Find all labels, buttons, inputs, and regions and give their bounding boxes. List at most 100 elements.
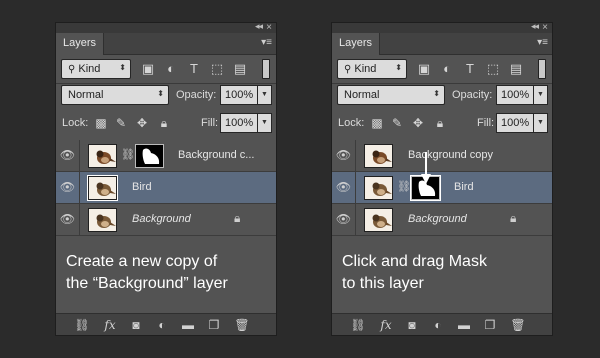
trash-icon[interactable]: 🗑︎	[510, 317, 526, 333]
adjustment-filter-icon[interactable]: ◐	[439, 61, 455, 77]
opacity-dropdown-icon[interactable]: ▼	[534, 85, 548, 105]
collapse-icon[interactable]: ◂◂	[531, 21, 539, 32]
bird-image	[365, 145, 392, 167]
lock-all-icon[interactable]: 🔒︎	[433, 115, 447, 131]
lock-position-icon[interactable]: ✥	[411, 115, 425, 131]
filter-toggle[interactable]	[538, 59, 546, 79]
image-filter-icon[interactable]: ▣	[140, 61, 156, 77]
layer-row-selected[interactable]: 👁︎ ⛓︎ Bird	[332, 172, 552, 204]
fill-dropdown-icon[interactable]: ▼	[258, 113, 272, 133]
caption: Click and drag Mask to this layer	[342, 251, 544, 295]
layer-row[interactable]: 👁︎ ⛓︎ Background c...	[56, 140, 276, 172]
visibility-eye-icon[interactable]: 👁︎	[56, 140, 80, 171]
panel-top-strip: ◂◂ ×	[332, 21, 552, 33]
lock-transparent-icon[interactable]: ▩	[94, 115, 108, 131]
drag-down-arrow-icon	[421, 152, 431, 184]
image-filter-icon[interactable]: ▣	[416, 61, 432, 77]
adjustment-layer-icon[interactable]: ◐	[430, 317, 446, 333]
add-mask-icon[interactable]: ◙	[128, 317, 144, 333]
fill-field[interactable]: 100%	[496, 113, 534, 133]
lock-all-icon[interactable]: 🔒︎	[157, 115, 171, 131]
fx-icon[interactable]: fx	[102, 317, 118, 333]
shape-filter-icon[interactable]: ⬚	[485, 61, 501, 77]
adjustment-layer-icon[interactable]: ◐	[154, 317, 170, 333]
filter-row: ⚲ Kind ⬍ ▣ ◐ T ⬚ ▤	[332, 59, 552, 81]
layer-mask-thumbnail[interactable]	[135, 144, 164, 168]
link-layers-icon[interactable]: ⛓︎	[74, 317, 90, 333]
layer-thumbnail[interactable]	[364, 208, 393, 232]
visibility-eye-icon[interactable]: 👁︎	[332, 172, 356, 203]
bird-image	[365, 177, 392, 199]
layer-name[interactable]: Bird	[454, 181, 474, 193]
link-layers-icon[interactable]: ⛓︎	[350, 317, 366, 333]
layer-name[interactable]: Background	[132, 213, 191, 225]
lock-row: Lock: ▩ ✎ ✥ 🔒︎ Fill: 100% ▼	[332, 113, 552, 135]
close-icon[interactable]: ×	[542, 22, 548, 33]
layer-name[interactable]: Background	[408, 213, 467, 225]
opacity-field[interactable]: 100%	[220, 85, 258, 105]
lock-image-icon[interactable]: ✎	[390, 115, 404, 131]
mask-link-icon[interactable]: ⛓︎	[121, 148, 135, 161]
blend-mode-select[interactable]: Normal ⬍	[61, 85, 169, 105]
smart-object-filter-icon[interactable]: ▤	[508, 61, 524, 77]
collapse-icon[interactable]: ◂◂	[255, 21, 263, 32]
kind-filter-select[interactable]: ⚲ Kind ⬍	[337, 59, 407, 79]
layer-name[interactable]: Bird	[132, 181, 152, 193]
layer-row[interactable]: 👁︎ Background 🔒︎	[332, 204, 552, 236]
panel-top-strip: ◂◂ ×	[56, 21, 276, 33]
add-mask-icon[interactable]: ◙	[404, 317, 420, 333]
panel-menu-icon[interactable]: ▾≡	[261, 37, 272, 48]
layer-thumbnail[interactable]	[364, 176, 393, 200]
shape-filter-icon[interactable]: ⬚	[209, 61, 225, 77]
kind-filter-select[interactable]: ⚲ Kind ⬍	[61, 59, 131, 79]
tab-bar: Layers ▾≡	[56, 33, 276, 55]
group-folder-icon[interactable]: ▬	[456, 317, 472, 333]
caption-line: to this layer	[342, 275, 424, 292]
lock-transparent-icon[interactable]: ▩	[370, 115, 384, 131]
lock-image-icon[interactable]: ✎	[114, 115, 128, 131]
filter-toggle[interactable]	[262, 59, 270, 79]
fx-icon[interactable]: fx	[378, 317, 394, 333]
select-arrows-icon: ⬍	[395, 63, 402, 72]
group-folder-icon[interactable]: ▬	[180, 317, 196, 333]
layer-thumbnail[interactable]	[88, 144, 117, 168]
layer-name[interactable]: Background c...	[178, 149, 254, 161]
layer-row[interactable]: 👁︎ Background 🔒︎	[56, 204, 276, 236]
search-icon: ⚲	[68, 64, 76, 75]
mask-silhouette-image	[136, 145, 163, 167]
divider	[332, 83, 552, 84]
tab-layers[interactable]: Layers	[332, 33, 381, 55]
trash-icon[interactable]: 🗑︎	[234, 317, 250, 333]
visibility-eye-icon[interactable]: 👁︎	[332, 204, 356, 235]
opacity-dropdown-icon[interactable]: ▼	[258, 85, 272, 105]
lock-label: Lock:	[338, 117, 365, 129]
new-layer-icon[interactable]: ❐	[482, 317, 498, 333]
lock-position-icon[interactable]: ✥	[135, 115, 149, 131]
layer-row-selected[interactable]: 👁︎ Bird	[56, 172, 276, 204]
type-filter-icon[interactable]: T	[462, 61, 478, 77]
adjustment-filter-icon[interactable]: ◐	[163, 61, 179, 77]
blend-row: Normal ⬍ Opacity: 100% ▼	[56, 85, 276, 107]
layer-row[interactable]: 👁︎ Background copy	[332, 140, 552, 172]
blend-mode-select[interactable]: Normal ⬍	[337, 85, 445, 105]
layers-list: 👁︎ ⛓︎ Background c... 👁︎ Bird 👁︎ Backgro…	[56, 140, 276, 240]
type-filter-icon[interactable]: T	[186, 61, 202, 77]
panel-menu-icon[interactable]: ▾≡	[537, 37, 548, 48]
smart-object-filter-icon[interactable]: ▤	[232, 61, 248, 77]
layer-thumbnail[interactable]	[364, 144, 393, 168]
kind-filter-label: Kind	[78, 63, 101, 75]
fill-field[interactable]: 100%	[220, 113, 258, 133]
lock-label: Lock:	[62, 117, 89, 129]
close-icon[interactable]: ×	[266, 22, 272, 33]
tab-layers[interactable]: Layers	[56, 33, 105, 55]
mask-link-icon[interactable]: ⛓︎	[397, 180, 411, 193]
opacity-field[interactable]: 100%	[496, 85, 534, 105]
visibility-eye-icon[interactable]: 👁︎	[332, 140, 356, 171]
fill-dropdown-icon[interactable]: ▼	[534, 113, 548, 133]
visibility-eye-icon[interactable]: 👁︎	[56, 172, 80, 203]
visibility-eye-icon[interactable]: 👁︎	[56, 204, 80, 235]
panel-footer: ⛓︎ fx ◙ ◐ ▬ ❐ 🗑︎	[56, 313, 276, 335]
new-layer-icon[interactable]: ❐	[206, 317, 222, 333]
layer-thumbnail[interactable]	[88, 208, 117, 232]
layer-thumbnail[interactable]	[87, 175, 118, 201]
